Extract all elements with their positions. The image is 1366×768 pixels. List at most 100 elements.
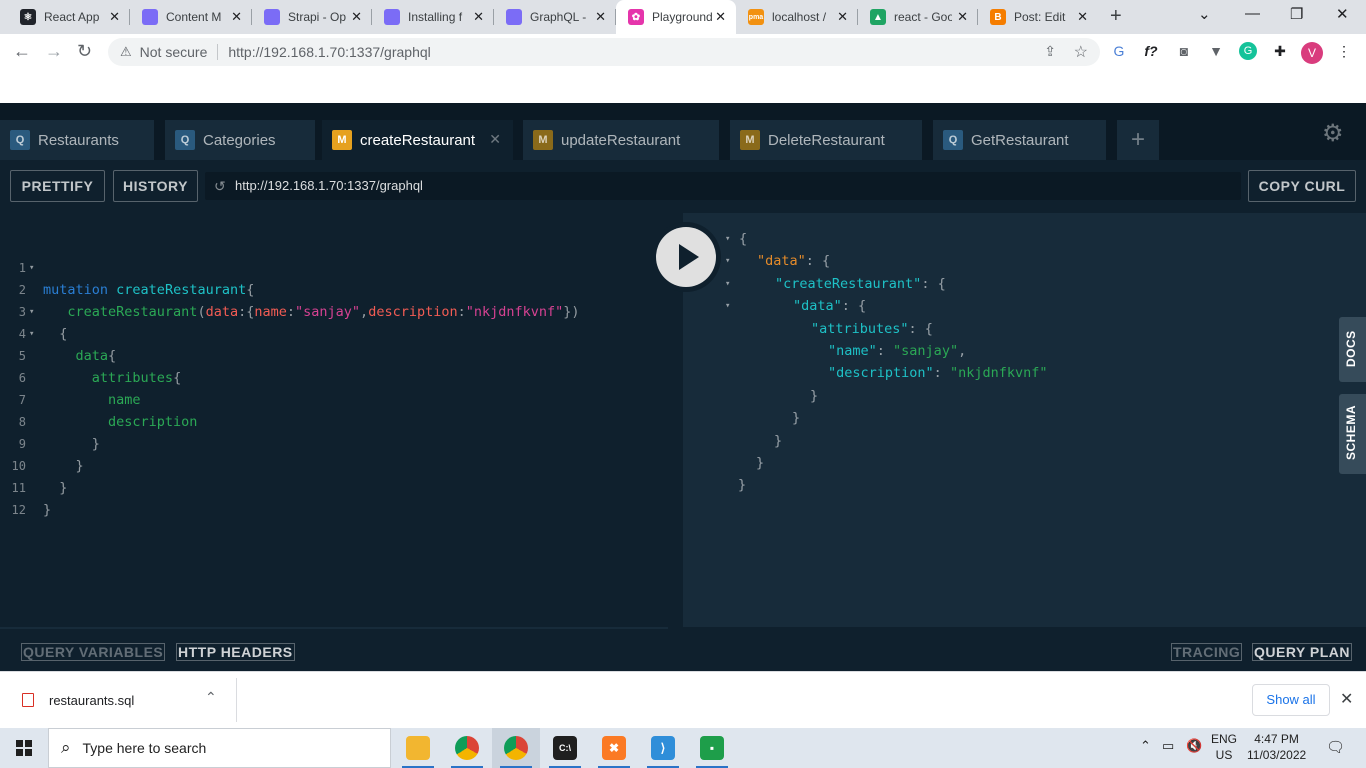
- react-icon: ⚛: [20, 9, 36, 25]
- strapi-icon: [384, 9, 400, 25]
- browser-tab[interactable]: ⚛ React App ✕: [8, 0, 130, 34]
- grammarly-icon[interactable]: G: [1239, 42, 1257, 60]
- playground-tab-bar: Q Restaurants Q Categories M createResta…: [0, 103, 1366, 160]
- page-top-gap: [0, 70, 1366, 103]
- back-arrow-icon[interactable]: ←: [13, 41, 31, 62]
- close-icon[interactable]: ✕: [715, 9, 726, 25]
- fold-arrow-icon[interactable]: ▾: [725, 250, 730, 272]
- tab-create-restaurant[interactable]: M createRestaurant ✕: [322, 120, 513, 160]
- taskbar-search[interactable]: ⌕ Type here to search: [48, 728, 391, 768]
- chat-app[interactable]: ▪: [688, 728, 736, 768]
- browser-tab[interactable]: B Post: Edit ✕: [978, 0, 1098, 34]
- tracing-tab[interactable]: TRACING: [1171, 643, 1243, 661]
- query-badge: Q: [10, 130, 30, 150]
- window-close-icon[interactable]: ✕: [1336, 5, 1349, 23]
- windows-taskbar: ⌕ Type here to search C:\ ✖ ⟩ ▪ ⌃ ▭ 🔇 EN…: [0, 728, 1366, 768]
- url-text[interactable]: http://192.168.1.70:1337/graphql: [228, 44, 430, 60]
- extensions-puzzle-icon[interactable]: ✚: [1271, 42, 1289, 60]
- result-line: }: [738, 477, 747, 493]
- tab-categories[interactable]: Q Categories: [165, 120, 315, 160]
- menu-dots-icon[interactable]: ⋮: [1335, 42, 1353, 60]
- playground-bottom-bar: QUERY VARIABLES HTTP HEADERS TRACING QUE…: [0, 627, 1366, 671]
- search-icon: ⌕: [61, 738, 71, 757]
- browser-tab-active[interactable]: ✿ Playground ✕: [616, 0, 736, 34]
- vue-devtools-icon[interactable]: ▼: [1207, 42, 1225, 60]
- windows-start-icon[interactable]: [16, 740, 32, 756]
- tab-get-restaurant[interactable]: Q GetRestaurant: [933, 120, 1106, 160]
- browser-tab[interactable]: pma localhost / ✕: [736, 0, 858, 34]
- browser-tab-title: Playground: [652, 10, 712, 24]
- refresh-schema-icon[interactable]: ↺: [214, 172, 226, 200]
- bookmark-star-icon[interactable]: ☆: [1074, 42, 1088, 62]
- language-indicator[interactable]: ENG US: [1211, 731, 1237, 763]
- result-viewer[interactable]: ▾{ ▾ "data": { ▾ "createRestaurant": { ▾ "d…: [683, 213, 1366, 627]
- browser-tab[interactable]: GraphQL - ✕: [494, 0, 616, 34]
- tab-update-restaurant[interactable]: M updateRestaurant: [523, 120, 719, 160]
- close-icon[interactable]: ✕: [837, 9, 848, 25]
- prettify-button[interactable]: PRETTIFY: [10, 170, 105, 202]
- tab-delete-restaurant[interactable]: M DeleteRestaurant: [730, 120, 922, 160]
- security-status[interactable]: Not secure: [140, 44, 208, 60]
- download-filename[interactable]: restaurants.sql: [49, 693, 134, 708]
- add-tab-icon[interactable]: +: [1117, 120, 1159, 160]
- notifications-icon[interactable]: 🗨: [1326, 738, 1345, 756]
- http-headers-tab[interactable]: HTTP HEADERS: [176, 643, 295, 661]
- query-plan-tab[interactable]: QUERY PLAN: [1252, 643, 1353, 661]
- execute-query-button[interactable]: [651, 222, 721, 292]
- clock[interactable]: 4:47 PM 11/03/2022: [1247, 731, 1306, 763]
- close-icon[interactable]: ✕: [957, 9, 968, 25]
- chrome-app-active[interactable]: [492, 728, 540, 768]
- close-icon[interactable]: ✕: [1340, 689, 1353, 709]
- copy-curl-button[interactable]: COPY CURL: [1248, 170, 1356, 202]
- chevron-up-icon[interactable]: ⌃: [1140, 738, 1151, 754]
- close-icon[interactable]: ✕: [595, 9, 606, 25]
- browser-tab-title: GraphQL -: [530, 10, 587, 24]
- close-icon[interactable]: ✕: [1077, 9, 1088, 25]
- close-icon[interactable]: ✕: [231, 9, 242, 25]
- browser-tab[interactable]: Installing f ✕: [372, 0, 494, 34]
- browser-tab[interactable]: Content M ✕: [130, 0, 252, 34]
- restore-icon[interactable]: ❐: [1290, 5, 1303, 23]
- tab-search-chevron-icon[interactable]: ⌄: [1198, 5, 1211, 23]
- share-icon[interactable]: ⇪: [1044, 43, 1056, 60]
- browser-tab[interactable]: Strapi - Op ✕: [252, 0, 372, 34]
- font-extension-icon[interactable]: f?: [1142, 42, 1160, 60]
- file-explorer-app[interactable]: [394, 728, 442, 768]
- chevron-up-icon[interactable]: ⌃: [205, 689, 217, 706]
- editor-line: 12: [11, 503, 26, 517]
- close-icon[interactable]: ✕: [473, 9, 484, 25]
- endpoint-url: http://192.168.1.70:1337/graphql: [235, 178, 423, 193]
- reload-icon[interactable]: ↻: [77, 41, 92, 62]
- close-icon[interactable]: ✕: [109, 9, 120, 25]
- fold-arrow-icon[interactable]: ▾: [725, 228, 730, 250]
- history-button[interactable]: HISTORY: [113, 170, 198, 202]
- address-bar[interactable]: ⚠ Not secure http://192.168.1.70:1337/gr…: [108, 38, 1100, 66]
- fold-arrow-icon[interactable]: ▾: [725, 273, 730, 295]
- fold-arrow-icon[interactable]: ▾: [725, 295, 730, 317]
- schema-button[interactable]: SCHEMA: [1339, 394, 1366, 474]
- tab-restaurants[interactable]: Q Restaurants: [0, 120, 154, 160]
- close-tab-icon[interactable]: ✕: [489, 131, 501, 148]
- endpoint-input[interactable]: ↺ http://192.168.1.70:1337/graphql: [205, 172, 1241, 200]
- volume-muted-icon[interactable]: 🔇: [1186, 738, 1202, 754]
- minimize-icon[interactable]: —: [1245, 5, 1260, 22]
- warning-icon[interactable]: ⚠: [120, 44, 132, 60]
- show-all-button[interactable]: Show all: [1252, 684, 1330, 716]
- gear-icon[interactable]: ⚙: [1322, 119, 1344, 148]
- camera-icon[interactable]: ◙: [1175, 42, 1193, 60]
- chrome-app[interactable]: [443, 728, 491, 768]
- new-tab-icon[interactable]: +: [1110, 5, 1122, 28]
- vscode-app[interactable]: ⟩: [639, 728, 687, 768]
- query-editor[interactable]: 1 ▾ mutation createRestaurant{ 2 createRe…: [0, 213, 683, 623]
- close-icon[interactable]: ✕: [351, 9, 362, 25]
- docs-button[interactable]: DOCS: [1339, 317, 1366, 382]
- profile-avatar[interactable]: V: [1301, 42, 1323, 64]
- query-variables-tab[interactable]: QUERY VARIABLES: [21, 643, 166, 661]
- terminal-app[interactable]: C:\: [541, 728, 589, 768]
- translate-icon[interactable]: G: [1110, 42, 1128, 60]
- browser-tab[interactable]: ▲ react - Goo ✕: [858, 0, 978, 34]
- xampp-app[interactable]: ✖: [590, 728, 638, 768]
- network-icon[interactable]: ▭: [1162, 738, 1174, 754]
- forward-arrow-icon[interactable]: →: [45, 41, 63, 62]
- editor-line: 6 name: [18, 371, 141, 408]
